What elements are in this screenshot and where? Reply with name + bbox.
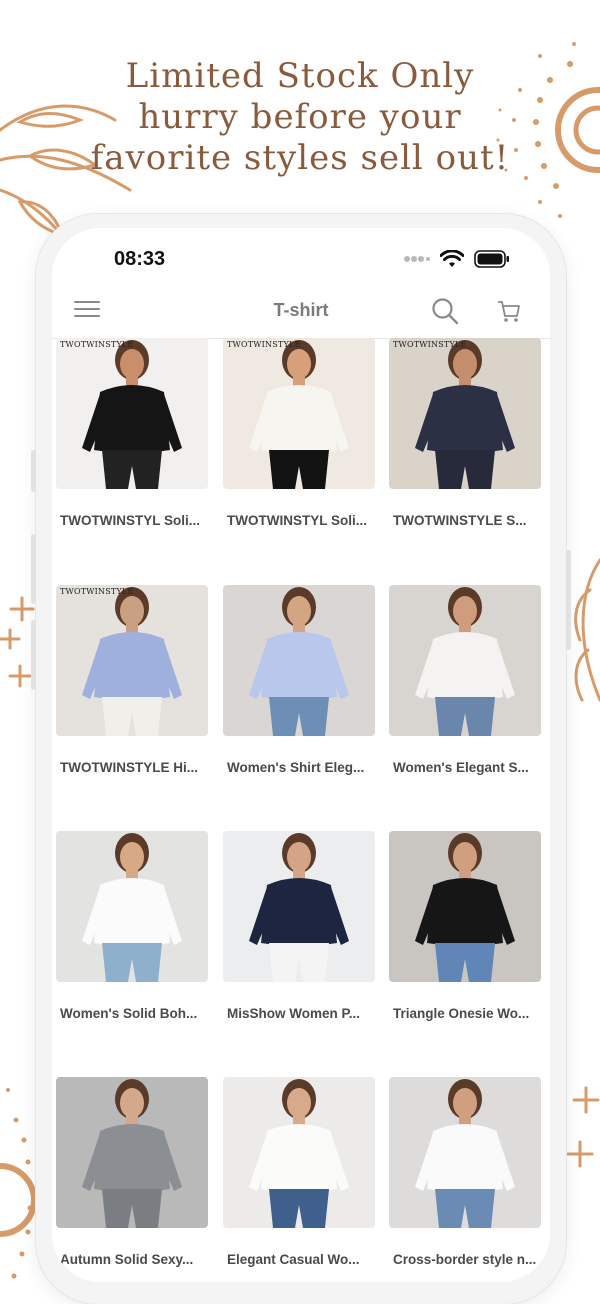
status-bar: 08:33 bbox=[52, 228, 550, 284]
product-image[interactable] bbox=[389, 1077, 541, 1228]
product-image[interactable] bbox=[389, 831, 541, 982]
brand-watermark: TWOTWINSTYLE bbox=[393, 340, 467, 349]
product-name[interactable]: MisShow Women P... bbox=[223, 1006, 373, 1021]
product-image[interactable]: TWOTWINSTYLE bbox=[389, 338, 541, 489]
product-image[interactable] bbox=[56, 1077, 208, 1228]
product-name[interactable]: Women's Solid Boh... bbox=[56, 1006, 206, 1021]
product-name[interactable]: Triangle Onesie Wo... bbox=[389, 1006, 539, 1021]
product-name[interactable]: Women's Shirt Eleg... bbox=[223, 760, 373, 775]
product-card[interactable]: Women's Solid Boh... bbox=[56, 831, 208, 1021]
product-name[interactable]: TWOTWINSTYLE Hi... bbox=[56, 760, 206, 775]
search-icon[interactable] bbox=[430, 296, 460, 326]
power-button bbox=[566, 550, 571, 650]
product-name[interactable]: TWOTWINSTYLE S... bbox=[389, 513, 539, 528]
cart-icon[interactable] bbox=[496, 298, 522, 324]
model-figure-illustration bbox=[249, 340, 349, 489]
promo-line-1: Limited Stock Only bbox=[125, 56, 475, 96]
product-card[interactable]: TWOTWINSTYLE TWOTWINSTYLE Hi... bbox=[56, 585, 208, 775]
model-figure-illustration bbox=[415, 1079, 515, 1228]
product-image[interactable]: TWOTWINSTYLE bbox=[56, 585, 208, 736]
product-card[interactable]: Triangle Onesie Wo... bbox=[389, 831, 541, 1021]
product-image[interactable] bbox=[223, 585, 375, 736]
product-image[interactable] bbox=[56, 831, 208, 982]
promo-line-2: hurry before your bbox=[138, 97, 462, 137]
status-icons bbox=[404, 250, 510, 268]
volume-up-button bbox=[31, 450, 36, 492]
model-figure-illustration bbox=[82, 587, 182, 736]
product-image[interactable] bbox=[389, 585, 541, 736]
mute-button bbox=[31, 620, 36, 690]
product-card[interactable]: Women's Shirt Eleg... bbox=[223, 585, 375, 775]
product-card[interactable]: MisShow Women P... bbox=[223, 831, 375, 1021]
model-figure-illustration bbox=[249, 1079, 349, 1228]
model-figure-illustration bbox=[82, 340, 182, 489]
product-image[interactable]: TWOTWINSTYLE bbox=[56, 338, 208, 489]
product-name[interactable]: Women's Elegant S... bbox=[389, 760, 539, 775]
page-title: T-shirt bbox=[273, 300, 329, 320]
product-name[interactable]: Cross-border style n... bbox=[389, 1252, 539, 1267]
model-figure-illustration bbox=[415, 587, 515, 736]
wifi-icon bbox=[440, 250, 464, 267]
brand-watermark: TWOTWINSTYLE bbox=[227, 340, 301, 349]
status-time: 08:33 bbox=[114, 248, 166, 270]
battery-icon bbox=[474, 250, 509, 268]
product-card[interactable]: Elegant Casual Wo... bbox=[223, 1077, 375, 1267]
product-name[interactable]: Elegant Casual Wo... bbox=[223, 1252, 373, 1267]
phone-frame: 08:33 T-shirt TWOTWINSTYLE TWOTWINSTYL S… bbox=[31, 214, 571, 1304]
volume-down-button bbox=[31, 534, 36, 604]
model-figure-illustration bbox=[415, 340, 515, 489]
product-name[interactable]: TWOTWINSTYL Soli... bbox=[223, 513, 373, 528]
model-figure-illustration bbox=[82, 833, 182, 982]
model-figure-illustration bbox=[249, 587, 349, 736]
product-card[interactable]: Autumn Solid Sexy... bbox=[56, 1077, 208, 1267]
model-figure-illustration bbox=[249, 833, 349, 982]
product-card[interactable]: TWOTWINSTYLE TWOTWINSTYLE S... bbox=[389, 338, 541, 528]
promo-headline: Limited Stock Only hurry before your fav… bbox=[0, 56, 600, 179]
product-image[interactable]: TWOTWINSTYLE bbox=[223, 338, 375, 489]
brand-watermark: TWOTWINSTYLE bbox=[60, 340, 134, 349]
model-figure-illustration bbox=[415, 833, 515, 982]
product-name[interactable]: TWOTWINSTYL Soli... bbox=[56, 513, 206, 528]
promo-line-3: favorite styles sell out! bbox=[90, 138, 510, 178]
navigation-bar: T-shirt bbox=[52, 284, 550, 339]
dotted-sun-decoration-bottom-left bbox=[0, 1088, 37, 1279]
app-screen: 08:33 T-shirt TWOTWINSTYLE TWOTWINSTYL S… bbox=[52, 228, 550, 1282]
product-card[interactable]: TWOTWINSTYLE TWOTWINSTYL Soli... bbox=[56, 338, 208, 528]
model-figure-illustration bbox=[82, 1079, 182, 1228]
product-card[interactable]: TWOTWINSTYLE TWOTWINSTYL Soli... bbox=[223, 338, 375, 528]
signal-dots-icon bbox=[404, 256, 430, 262]
product-image[interactable] bbox=[223, 1077, 375, 1228]
product-image[interactable] bbox=[223, 831, 375, 982]
product-name[interactable]: Autumn Solid Sexy... bbox=[56, 1252, 206, 1267]
product-card[interactable]: Cross-border style n... bbox=[389, 1077, 541, 1267]
product-card[interactable]: Women's Elegant S... bbox=[389, 585, 541, 775]
brand-watermark: TWOTWINSTYLE bbox=[60, 587, 134, 596]
